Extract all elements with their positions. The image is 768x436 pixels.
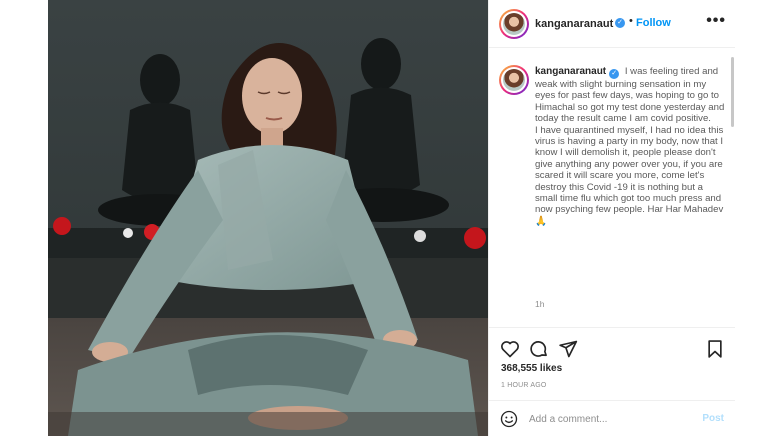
right-margin <box>735 0 768 436</box>
comment-box: Post <box>489 400 736 436</box>
verified-badge-icon: ✓ <box>615 18 625 28</box>
likes-count[interactable]: 368,555 likes <box>501 363 562 374</box>
post-sidebar: kanganaranaut ✓ • Follow ••• kanganarana… <box>488 0 736 436</box>
caption-scrollbar[interactable] <box>731 57 734 127</box>
comment-icon[interactable] <box>529 339 549 359</box>
author-avatar[interactable] <box>499 9 529 39</box>
caption-paragraph: I have quarantined myself, I had no idea… <box>535 124 724 227</box>
caption-username[interactable]: kanganaranaut <box>535 66 606 77</box>
caption-timestamp[interactable]: 1h <box>535 299 544 309</box>
verified-badge-icon: ✓ <box>609 69 620 79</box>
smiley-icon[interactable] <box>500 410 518 433</box>
caption-text: kanganaranaut ✓ I was feeling tired and w… <box>535 66 725 227</box>
heart-icon[interactable] <box>500 339 520 359</box>
follow-button[interactable]: Follow <box>636 17 671 29</box>
post-timestamp[interactable]: 1 HOUR AGO <box>501 382 547 389</box>
left-margin <box>0 0 48 436</box>
bookmark-icon[interactable] <box>705 339 725 359</box>
caption-avatar[interactable] <box>499 65 529 95</box>
paper-plane-icon[interactable] <box>558 339 578 359</box>
caption-section: kanganaranaut ✓ I was feeling tired and w… <box>489 49 736 327</box>
post-photo[interactable] <box>48 0 488 436</box>
author-username[interactable]: kanganaranaut <box>535 18 613 30</box>
header-separator: • <box>629 15 633 27</box>
more-options-icon[interactable]: ••• <box>706 12 726 30</box>
post-header: kanganaranaut ✓ • Follow ••• <box>489 0 736 48</box>
comment-input[interactable] <box>529 412 689 426</box>
post-comment-button[interactable]: Post <box>702 413 724 424</box>
meditation-photo <box>48 0 488 436</box>
